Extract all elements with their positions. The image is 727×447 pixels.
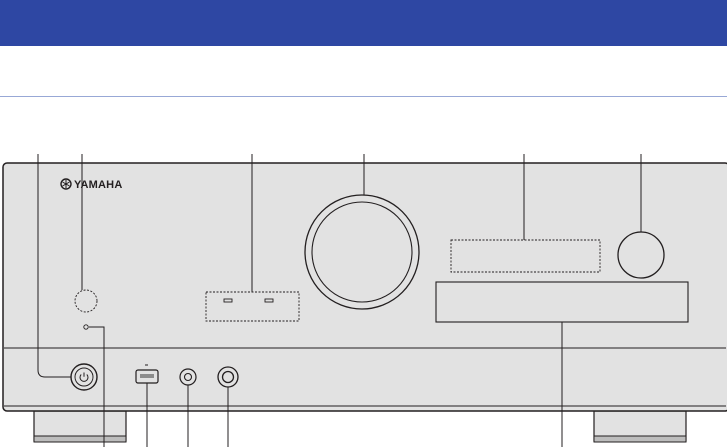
av-receiver-front-panel-diagram: YAMAHA — [2, 154, 727, 447]
volume-knob-inner — [311, 201, 413, 303]
phones-jack-hole — [221, 370, 235, 384]
input-selector-knob — [617, 231, 665, 279]
standby-indicator — [83, 324, 89, 330]
brand-name: YAMAHA — [74, 179, 122, 191]
indicator-left — [223, 298, 233, 303]
right-foot-base — [593, 435, 687, 443]
power-button — [74, 367, 94, 387]
aux-input-jack-hole — [183, 372, 193, 382]
indicator-right — [264, 298, 274, 303]
left-foot-base — [33, 435, 127, 443]
usb-port-slot — [140, 374, 154, 378]
